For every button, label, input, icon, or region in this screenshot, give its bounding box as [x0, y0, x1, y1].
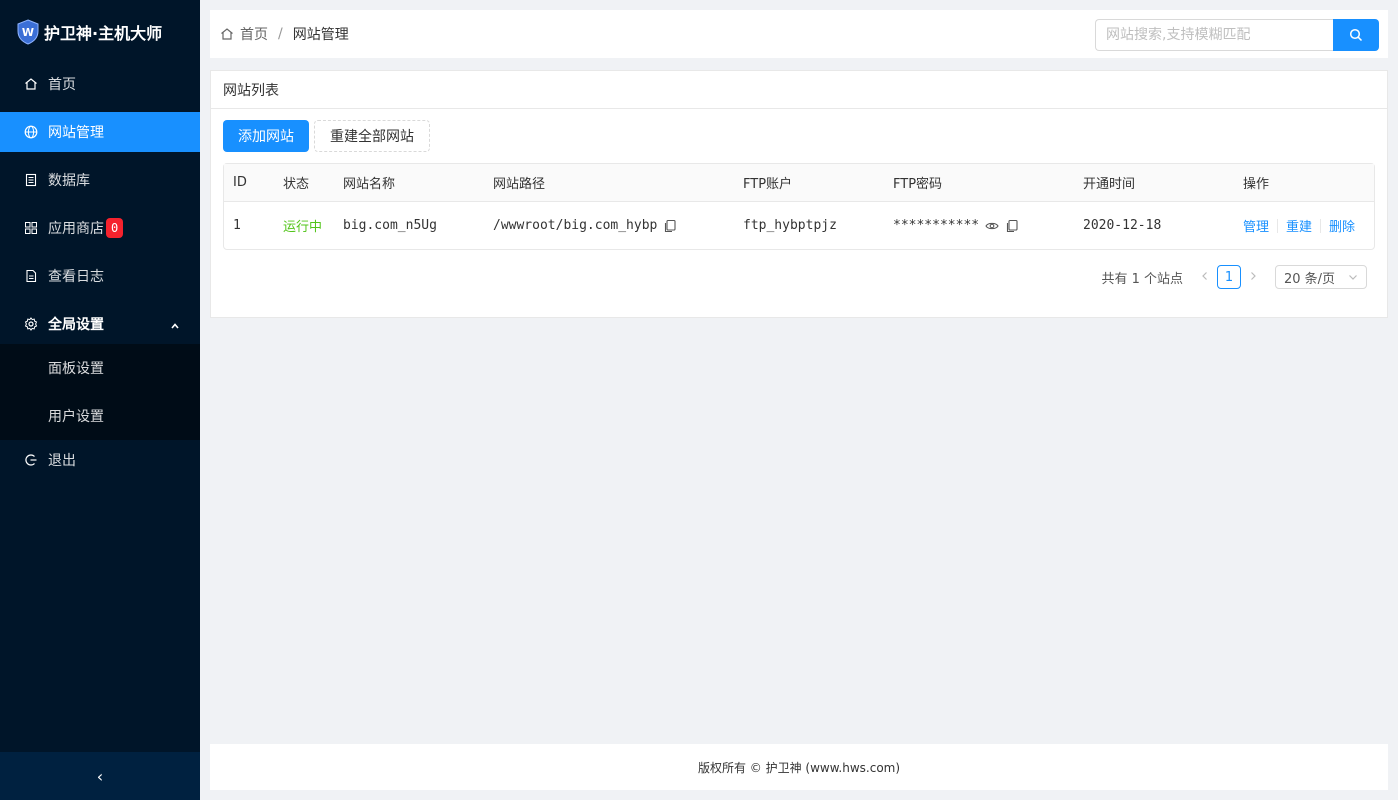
ftp-password-masked: *********** — [893, 218, 980, 233]
database-icon — [24, 173, 38, 187]
column-header-created: 开通时间 — [1083, 177, 1136, 192]
column-header-name: 网站名称 — [343, 177, 396, 192]
sidebar-item-label: 查看日志 — [48, 269, 104, 285]
home-icon — [221, 28, 233, 40]
chevron-left-icon: ‹ — [96, 766, 104, 786]
column-header-status: 状态 — [283, 177, 310, 192]
breadcrumb-home[interactable]: 首页 — [240, 24, 268, 44]
cell-ftp-user: ftp_hybptpjz — [743, 218, 837, 233]
breadcrumb-current: 网站管理 — [292, 27, 349, 43]
globe-icon — [24, 125, 38, 139]
sidebar-item-database[interactable]: 数据库 — [0, 160, 200, 200]
sidebar-item-website-management[interactable]: 网站管理 — [0, 112, 200, 152]
sidebar: W 护卫神·主机大师 首页 网站管理 数据库 应用商店 0 查看日志 全局设置 … — [0, 0, 200, 800]
column-header-id: ID — [233, 175, 247, 190]
column-header-path: 网站路径 — [493, 177, 546, 192]
sidebar-item-label: 面板设置 — [48, 361, 104, 377]
cell-path: /wwwroot/big.com_hybp — [484, 218, 734, 233]
search-box — [1095, 19, 1379, 51]
logout-icon — [24, 453, 38, 467]
copy-icon[interactable] — [1005, 219, 1019, 233]
table-header-row: ID 状态 网站名称 网站路径 FTP账户 FTP密码 开通时间 操作 — [224, 164, 1374, 202]
log-icon — [24, 269, 38, 283]
cell-actions: 管理 重建 删除 — [1234, 216, 1374, 235]
rebuild-link[interactable]: 重建 — [1286, 216, 1312, 235]
logo[interactable]: W 护卫神·主机大师 — [0, 0, 200, 64]
page-size-select[interactable]: 20 条/页 — [1275, 265, 1367, 289]
cell-created: 2020-12-18 — [1083, 218, 1162, 233]
column-header-ftp-user: FTP账户 — [743, 177, 793, 192]
header: 首页 / 网站管理 — [210, 10, 1388, 58]
sidebar-item-home[interactable]: 首页 — [0, 64, 200, 104]
global-settings-submenu: 面板设置 用户设置 — [0, 344, 200, 440]
cell-ftp-password: *********** — [884, 218, 1074, 233]
page-size-value: 20 条/页 — [1284, 271, 1336, 287]
chevron-right-icon — [1251, 271, 1256, 280]
app-store-badge: 0 — [106, 218, 124, 238]
prev-page-button[interactable] — [1193, 270, 1217, 285]
breadcrumb: 首页 / 网站管理 — [220, 24, 349, 44]
sidebar-menu: 首页 网站管理 数据库 应用商店 0 查看日志 全局设置 — [0, 64, 200, 344]
cell-status: 运行中 — [283, 220, 323, 235]
sidebar-item-label: 首页 — [48, 77, 76, 93]
card-title: 网站列表 — [211, 71, 1387, 109]
column-header-ftp-password: FTP密码 — [893, 177, 943, 192]
sidebar-item-label: 全局设置 — [48, 317, 104, 333]
sidebar-menu-bottom: 退出 — [0, 440, 200, 480]
sidebar-item-label: 数据库 — [48, 173, 90, 189]
copy-icon[interactable] — [663, 219, 677, 233]
copyright-text: 版权所有 © 护卫神 (www.hws.com) — [697, 760, 901, 775]
website-table: ID 状态 网站名称 网站路径 FTP账户 FTP密码 开通时间 操作 1 运行… — [223, 163, 1375, 250]
gear-icon — [24, 317, 38, 331]
logo-shield-icon: W — [17, 19, 39, 45]
search-button[interactable] — [1333, 19, 1379, 51]
sidebar-item-label: 应用商店 — [48, 221, 104, 237]
toolbar: 添加网站 重建全部网站 — [211, 109, 1387, 163]
footer: 版权所有 © 护卫神 (www.hws.com) — [210, 744, 1388, 790]
search-input[interactable] — [1095, 19, 1333, 51]
sidebar-item-logs[interactable]: 查看日志 — [0, 256, 200, 296]
cell-name: big.com_n5Ug — [343, 218, 437, 233]
sidebar-item-logout[interactable]: 退出 — [0, 440, 200, 480]
sidebar-item-label: 用户设置 — [48, 409, 104, 425]
chevron-left-icon — [1202, 271, 1207, 280]
delete-link[interactable]: 删除 — [1329, 216, 1355, 235]
next-page-button[interactable] — [1241, 270, 1265, 285]
sidebar-item-global-settings[interactable]: 全局设置 — [0, 304, 200, 344]
apps-icon — [24, 221, 38, 235]
action-divider — [1277, 218, 1279, 233]
sidebar-collapse-button[interactable]: ‹ — [0, 752, 200, 800]
sidebar-item-user-settings[interactable]: 用户设置 — [0, 392, 200, 440]
breadcrumb-separator: / — [278, 26, 283, 42]
website-path: /wwwroot/big.com_hybp — [493, 218, 658, 233]
app-title: 护卫神·主机大师 — [44, 24, 163, 43]
action-divider — [1320, 218, 1322, 233]
cell-id: 1 — [233, 218, 241, 233]
svg-text:W: W — [22, 26, 34, 39]
sidebar-item-panel-settings[interactable]: 面板设置 — [0, 344, 200, 392]
column-header-actions: 操作 — [1243, 177, 1270, 192]
chevron-down-icon — [1349, 275, 1357, 280]
add-website-button[interactable]: 添加网站 — [223, 120, 309, 152]
rebuild-all-websites-button[interactable]: 重建全部网站 — [314, 120, 430, 152]
sidebar-item-label: 退出 — [48, 453, 76, 469]
sidebar-item-app-store[interactable]: 应用商店 0 — [0, 208, 200, 248]
manage-link[interactable]: 管理 — [1243, 216, 1269, 235]
page-number-current[interactable]: 1 — [1217, 265, 1241, 289]
home-icon — [24, 77, 38, 91]
chevron-up-icon — [170, 319, 180, 335]
pagination: 共有 1 个站点 1 20 条/页 — [1101, 265, 1367, 289]
search-icon — [1349, 28, 1363, 42]
eye-icon[interactable] — [985, 219, 999, 233]
pagination-total: 共有 1 个站点 — [1101, 271, 1183, 287]
sidebar-item-label: 网站管理 — [48, 125, 104, 141]
table-row: 1 运行中 big.com_n5Ug /wwwroot/big.com_hybp… — [224, 202, 1374, 249]
website-list-card: 网站列表 添加网站 重建全部网站 ID 状态 网站名称 网站路径 FTP账户 F… — [210, 70, 1388, 318]
